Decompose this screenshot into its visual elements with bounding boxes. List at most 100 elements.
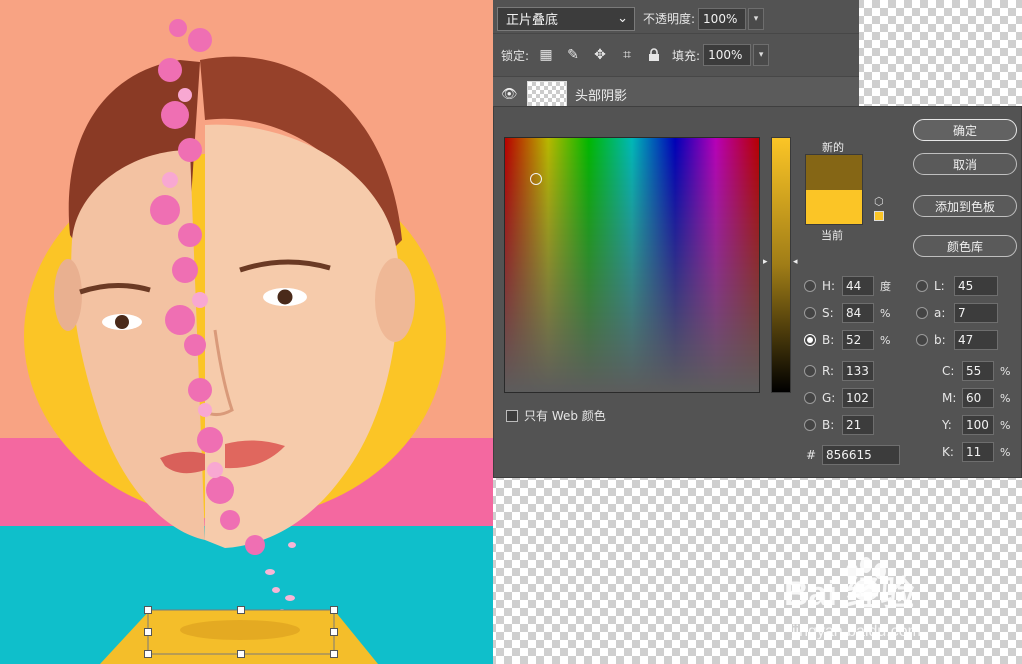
lab-b-input[interactable]: 47 bbox=[954, 330, 998, 350]
m-label: M: bbox=[942, 391, 957, 405]
r-input[interactable]: 133 bbox=[842, 361, 874, 381]
field-y: Y: 100 % bbox=[942, 414, 1014, 436]
transform-handle[interactable] bbox=[330, 606, 338, 614]
h-unit: 度 bbox=[880, 280, 891, 293]
m-input[interactable]: 60 bbox=[962, 388, 994, 408]
transform-handle[interactable] bbox=[330, 628, 338, 636]
lock-transparent-pixels-icon[interactable]: ▦ bbox=[536, 45, 556, 65]
blue-input[interactable]: 21 bbox=[842, 415, 874, 435]
watermark-url: jingyan.baidu.com bbox=[791, 623, 921, 640]
lock-position-icon[interactable]: ✥ bbox=[590, 45, 610, 65]
transform-handle[interactable] bbox=[144, 650, 152, 658]
paw-logo bbox=[846, 557, 886, 601]
cancel-button[interactable]: 取消 bbox=[913, 153, 1017, 175]
radio-r[interactable] bbox=[804, 365, 816, 377]
radio-b[interactable] bbox=[804, 334, 816, 346]
web-safe-swatch[interactable] bbox=[874, 211, 884, 221]
field-g: G: 102 bbox=[804, 387, 874, 409]
transform-handle[interactable] bbox=[144, 628, 152, 636]
a-label: a: bbox=[934, 306, 946, 320]
blend-mode-value: 正片叠底 bbox=[506, 13, 559, 28]
radio-lab-b[interactable] bbox=[916, 334, 928, 346]
web-only-checkbox[interactable] bbox=[506, 409, 518, 422]
l-label: L: bbox=[934, 279, 945, 293]
chevron-down-icon[interactable]: ▾ bbox=[753, 44, 770, 66]
s-unit: % bbox=[880, 306, 891, 320]
field-c: C: 55 % bbox=[942, 360, 1014, 382]
h-label: H: bbox=[822, 279, 836, 293]
slider-arrow-left-icon[interactable]: ◂ bbox=[793, 257, 798, 267]
k-input[interactable]: 11 bbox=[962, 442, 994, 462]
radio-h[interactable] bbox=[804, 280, 816, 292]
current-color-swatch[interactable] bbox=[805, 190, 863, 225]
opacity-input[interactable]: 100% bbox=[698, 7, 747, 30]
r-label: R: bbox=[822, 364, 835, 378]
b-input[interactable]: 52 bbox=[842, 330, 874, 350]
transform-handle[interactable] bbox=[144, 606, 152, 614]
h-input[interactable]: 44 bbox=[842, 276, 874, 296]
slider-arrow-right-icon[interactable]: ▸ bbox=[763, 257, 768, 267]
m-unit: % bbox=[1000, 391, 1011, 405]
b-unit: % bbox=[880, 333, 891, 347]
current-color-label: 当前 bbox=[821, 229, 843, 242]
l-input[interactable]: 45 bbox=[954, 276, 998, 296]
c-unit: % bbox=[1000, 364, 1011, 378]
field-m: M: 60 % bbox=[942, 387, 1014, 409]
layers-panel: 正片叠底 ⌄ 不透明度: 100% ▾ 锁定: ▦ ✎ ✥ ⌗ 填充: 100%… bbox=[493, 0, 859, 112]
new-color-label: 新的 bbox=[822, 141, 844, 154]
s-input[interactable]: 84 bbox=[842, 303, 874, 323]
color-field-cursor[interactable] bbox=[530, 173, 542, 185]
radio-l[interactable] bbox=[916, 280, 928, 292]
lock-all-icon[interactable] bbox=[644, 45, 664, 65]
layer-name[interactable]: 头部阴影 bbox=[575, 85, 627, 104]
pedestal-shape bbox=[100, 609, 378, 664]
radio-g[interactable] bbox=[804, 392, 816, 404]
transform-handle[interactable] bbox=[237, 650, 245, 658]
a-input[interactable]: 7 bbox=[954, 303, 998, 323]
field-s: S: 84 % bbox=[804, 302, 894, 324]
field-hex: # 856615 bbox=[806, 444, 900, 466]
fill-input[interactable]: 100% bbox=[703, 44, 752, 66]
field-l: L: 45 bbox=[916, 275, 998, 297]
blend-row: 正片叠底 ⌄ 不透明度: 100% ▾ bbox=[493, 4, 859, 34]
color-slider[interactable] bbox=[771, 137, 791, 393]
g-label: G: bbox=[822, 391, 836, 405]
ok-button[interactable]: 确定 bbox=[913, 119, 1017, 141]
blend-mode-select[interactable]: 正片叠底 ⌄ bbox=[497, 6, 635, 31]
field-r: R: 133 bbox=[804, 360, 874, 382]
radio-s[interactable] bbox=[804, 307, 816, 319]
y-input[interactable]: 100 bbox=[962, 415, 994, 435]
b-label: B: bbox=[822, 333, 835, 347]
lock-artboard-icon[interactable]: ⌗ bbox=[617, 45, 637, 65]
add-to-swatches-button[interactable]: 添加到色板 bbox=[913, 195, 1017, 217]
opacity-label: 不透明度: bbox=[643, 12, 696, 26]
new-color-swatch bbox=[805, 154, 863, 190]
chevron-down-icon[interactable]: ▾ bbox=[748, 7, 765, 30]
cube-icon[interactable]: ⬡ bbox=[874, 195, 884, 208]
y-label: Y: bbox=[942, 418, 952, 432]
web-only-option[interactable]: 只有 Web 颜色 bbox=[506, 407, 606, 424]
layer-thumbnail[interactable] bbox=[527, 80, 567, 109]
c-label: C: bbox=[942, 364, 955, 378]
lock-label: 锁定: bbox=[501, 48, 530, 63]
color-picker-dialog: ▸ ◂ 只有 Web 颜色 新的 当前 ⬡ 确定 取消 添加到色板 颜色库 H:… bbox=[493, 106, 1022, 478]
c-input[interactable]: 55 bbox=[962, 361, 994, 381]
canvas-artwork[interactable] bbox=[0, 0, 493, 664]
field-a: a: 7 bbox=[916, 302, 998, 324]
lock-image-pixels-icon[interactable]: ✎ bbox=[563, 45, 583, 65]
y-unit: % bbox=[1000, 418, 1011, 432]
hex-label: # bbox=[806, 448, 817, 462]
field-k: K: 11 % bbox=[942, 441, 1014, 463]
color-field[interactable] bbox=[504, 137, 760, 393]
color-library-button[interactable]: 颜色库 bbox=[913, 235, 1017, 257]
radio-a[interactable] bbox=[916, 307, 928, 319]
field-lab-b: b: 47 bbox=[916, 329, 998, 351]
g-input[interactable]: 102 bbox=[842, 388, 874, 408]
transform-handle[interactable] bbox=[330, 650, 338, 658]
k-unit: % bbox=[1000, 445, 1011, 459]
radio-blue[interactable] bbox=[804, 419, 816, 431]
transform-handle[interactable] bbox=[237, 606, 245, 614]
eye-icon[interactable]: 👁 bbox=[501, 87, 518, 102]
s-label: S: bbox=[822, 306, 834, 320]
hex-input[interactable]: 856615 bbox=[822, 445, 900, 465]
